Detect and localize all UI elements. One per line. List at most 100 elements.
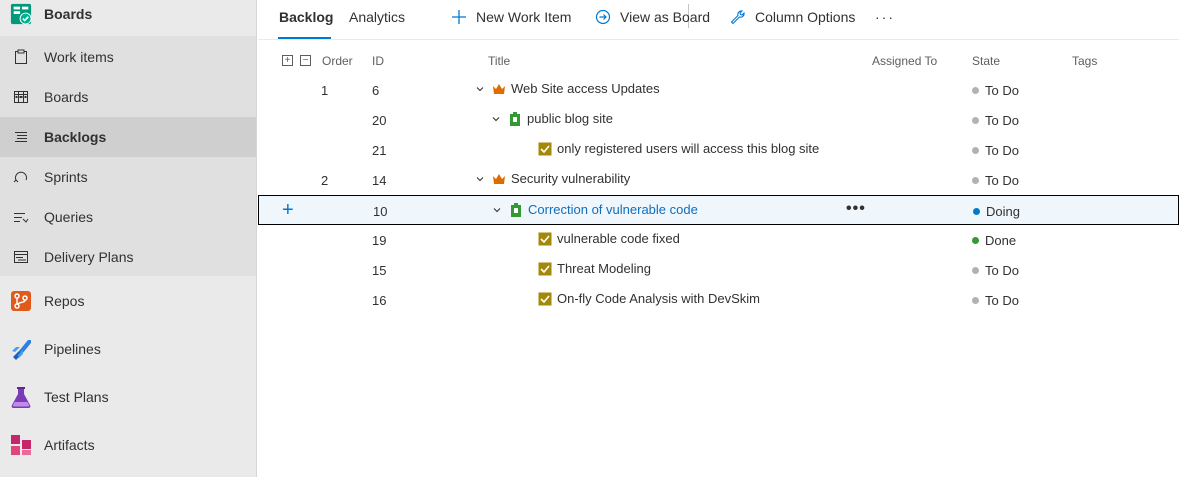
sprints-icon xyxy=(10,166,32,188)
id-cell: 20 xyxy=(372,113,387,128)
boards-hub-icon xyxy=(10,3,32,25)
title-cell[interactable]: Correction of vulnerable code xyxy=(491,202,698,217)
feature-icon xyxy=(509,202,523,217)
column-header-id[interactable]: ID xyxy=(372,54,384,68)
state-dot-icon xyxy=(972,267,979,274)
collapse-all-button[interactable]: − xyxy=(300,55,311,66)
id-cell: 10 xyxy=(373,204,388,219)
state-label: To Do xyxy=(985,263,1019,278)
sidebar: Boards Work items Boards Backlogs Sprint… xyxy=(0,0,257,477)
tab-backlog[interactable]: Backlog xyxy=(279,0,333,34)
column-options-button[interactable]: Column Options xyxy=(729,0,855,34)
work-item-title[interactable]: public blog site xyxy=(527,111,613,126)
sidebar-item-label: Queries xyxy=(44,209,94,225)
sidebar-item-label: Repos xyxy=(44,293,85,309)
sidebar-item-label: Test Plans xyxy=(44,389,109,405)
title-cell[interactable]: Web Site access Updates xyxy=(474,81,660,96)
chevron-down-icon[interactable] xyxy=(490,113,502,125)
epic-icon xyxy=(492,172,506,186)
state-dot-icon xyxy=(972,117,979,124)
title-cell[interactable]: Security vulnerability xyxy=(474,171,630,186)
tab-label: Analytics xyxy=(349,9,406,25)
sidebar-item-boards[interactable]: Boards xyxy=(0,77,256,117)
sidebar-item-label: Boards xyxy=(44,6,93,22)
title-cell[interactable]: Threat Modeling xyxy=(538,261,651,276)
chevron-down-icon[interactable] xyxy=(491,204,503,216)
plus-icon xyxy=(450,8,468,26)
sidebar-item-work-items[interactable]: Work items xyxy=(0,37,256,77)
repos-icon xyxy=(10,290,32,312)
state-label: Doing xyxy=(986,204,1020,219)
column-header-tags[interactable]: Tags xyxy=(1072,54,1097,68)
sidebar-item-label: Artifacts xyxy=(44,437,95,453)
state-label: To Do xyxy=(985,113,1019,128)
title-cell[interactable]: vulnerable code fixed xyxy=(538,231,680,246)
column-header-title[interactable]: Title xyxy=(488,54,510,68)
wrench-icon xyxy=(729,8,747,26)
new-work-item-button[interactable]: New Work Item xyxy=(450,0,571,34)
table-row[interactable]: 15 Threat Modeling To Do xyxy=(258,255,1179,285)
state-dot-icon xyxy=(973,208,980,215)
tab-analytics[interactable]: Analytics xyxy=(349,0,405,34)
column-header-assigned-to[interactable]: Assigned To xyxy=(872,54,937,68)
id-cell: 15 xyxy=(372,263,387,278)
chevron-down-icon[interactable] xyxy=(474,83,486,95)
expand-all-button[interactable]: + xyxy=(282,55,293,66)
work-item-title[interactable]: only registered users will access this b… xyxy=(557,141,819,156)
work-item-title[interactable]: Web Site access Updates xyxy=(511,81,660,96)
arrow-circle-right-icon xyxy=(594,8,612,26)
order-cell: 1 xyxy=(321,83,329,98)
task-icon xyxy=(538,262,552,276)
tab-label: Backlog xyxy=(279,9,334,25)
state-cell: To Do xyxy=(972,83,1019,98)
table-row[interactable]: 19 vulnerable code fixed Done xyxy=(258,225,1179,255)
sidebar-item-label: Backlogs xyxy=(44,129,107,145)
order-cell: 2 xyxy=(321,173,329,188)
table-row[interactable]: 1 6 Web Site access Updates To Do xyxy=(258,75,1179,105)
state-cell: To Do xyxy=(972,143,1019,158)
state-cell: Doing xyxy=(973,204,1020,219)
sidebar-item-label: Sprints xyxy=(44,169,88,185)
sidebar-item-queries[interactable]: Queries xyxy=(0,197,256,237)
feature-icon xyxy=(508,111,522,126)
title-cell[interactable]: On-fly Code Analysis with DevSkim xyxy=(538,291,760,306)
id-cell: 21 xyxy=(372,143,387,158)
table-row[interactable]: 20 public blog site To Do xyxy=(258,105,1179,135)
id-cell: 19 xyxy=(372,233,387,248)
add-child-plus-icon[interactable]: + xyxy=(282,199,294,222)
task-icon xyxy=(538,232,552,246)
row-more-actions-icon[interactable]: ••• xyxy=(846,200,866,218)
table-row[interactable]: 21 only registered users will access this… xyxy=(258,135,1179,165)
table-row[interactable]: 2 14 Security vulnerability To Do xyxy=(258,165,1179,195)
work-item-title[interactable]: Security vulnerability xyxy=(511,171,630,186)
more-actions-button[interactable]: ··· xyxy=(875,0,895,34)
state-label: To Do xyxy=(985,143,1019,158)
column-header-state[interactable]: State xyxy=(972,54,1000,68)
sidebar-item-pipelines[interactable]: Pipelines xyxy=(0,329,256,369)
sidebar-item-repos[interactable]: Repos xyxy=(0,281,256,321)
state-label: Done xyxy=(985,233,1017,248)
title-cell[interactable]: only registered users will access this b… xyxy=(538,141,819,156)
sidebar-item-test-plans[interactable]: Test Plans xyxy=(0,377,256,417)
sidebar-item-boards-hub[interactable]: Boards xyxy=(0,0,256,34)
work-item-title[interactable]: Threat Modeling xyxy=(557,261,651,276)
sidebar-item-artifacts[interactable]: Artifacts xyxy=(0,425,256,465)
work-item-title[interactable]: Correction of vulnerable code xyxy=(528,202,698,217)
id-cell: 16 xyxy=(372,293,387,308)
chevron-down-icon[interactable] xyxy=(474,173,486,185)
view-as-board-button[interactable]: View as Board xyxy=(594,0,710,34)
table-row[interactable]: +10 Correction of vulnerable code ••• Doing xyxy=(258,195,1179,225)
work-item-title[interactable]: vulnerable code fixed xyxy=(557,231,680,246)
sidebar-item-delivery-plans[interactable]: Delivery Plans xyxy=(0,237,256,277)
work-item-title[interactable]: On-fly Code Analysis with DevSkim xyxy=(557,291,760,306)
sidebar-item-backlogs[interactable]: Backlogs xyxy=(0,117,256,157)
more-icon: ··· xyxy=(875,9,895,25)
table-row[interactable]: 16 On-fly Code Analysis with DevSkim To Do xyxy=(258,285,1179,315)
state-dot-icon xyxy=(972,87,979,94)
epic-icon xyxy=(492,82,506,96)
column-header-order[interactable]: Order xyxy=(322,54,353,68)
sidebar-item-sprints[interactable]: Sprints xyxy=(0,157,256,197)
title-cell[interactable]: public blog site xyxy=(490,111,613,126)
state-label: To Do xyxy=(985,293,1019,308)
state-cell: To Do xyxy=(972,173,1019,188)
